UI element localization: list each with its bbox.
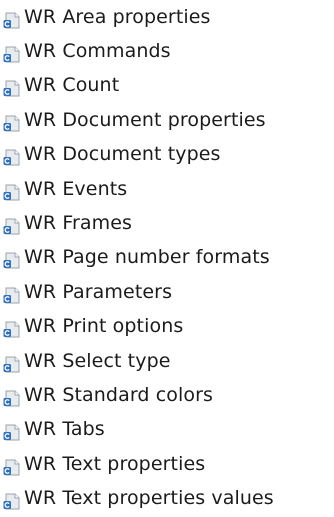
class-document-icon [1, 183, 22, 202]
tree-item-label: WR Print options [24, 315, 184, 338]
class-document-icon [1, 355, 22, 374]
tree-item-wr-events[interactable]: WR Events [0, 172, 334, 206]
tree-item-wr-parameters[interactable]: WR Parameters [0, 275, 334, 309]
tree-item-wr-commands[interactable]: WR Commands [0, 34, 334, 68]
tree-item-label: WR Standard colors [24, 383, 213, 406]
tree-item-wr-document-types[interactable]: WR Document types [0, 138, 334, 172]
class-document-icon [1, 423, 22, 442]
tree-item-label: WR Frames [24, 212, 133, 235]
tree-item-wr-select-type[interactable]: WR Select type [0, 344, 334, 378]
tree-item-wr-frames[interactable]: WR Frames [0, 206, 334, 240]
class-document-icon [1, 286, 22, 305]
tree-item-wr-tabs[interactable]: WR Tabs [0, 413, 334, 447]
class-document-icon [1, 11, 22, 30]
tree-item-label: WR Document types [24, 143, 221, 166]
class-document-icon [1, 492, 22, 511]
tree-item-wr-text-properties-values[interactable]: WR Text properties values [0, 481, 334, 515]
tree-item-wr-text-properties[interactable]: WR Text properties [0, 447, 334, 481]
tree-item-label: WR Area properties [24, 5, 211, 28]
tree-item-wr-count[interactable]: WR Count [0, 69, 334, 103]
class-document-icon [1, 320, 22, 339]
tree-item-label: WR Events [24, 177, 128, 200]
tree-item-label: WR Commands [24, 40, 171, 63]
class-document-icon [1, 148, 22, 167]
tree-item-label: WR Parameters [24, 280, 173, 303]
tree-item-label: WR Text properties [24, 452, 206, 475]
class-document-icon [1, 79, 22, 98]
tree-item-label: WR Count [24, 74, 120, 97]
tree-item-label: WR Tabs [24, 418, 105, 441]
tree-item-wr-print-options[interactable]: WR Print options [0, 310, 334, 344]
tree-item-wr-document-properties[interactable]: WR Document properties [0, 103, 334, 137]
tree-item-wr-standard-colors[interactable]: WR Standard colors [0, 378, 334, 412]
tree-item-label: WR Page number formats [24, 246, 270, 269]
class-document-icon [1, 45, 22, 64]
class-document-icon [1, 217, 22, 236]
class-document-icon [1, 389, 22, 408]
class-document-icon [1, 114, 22, 133]
tree-item-label: WR Select type [24, 349, 171, 372]
tree-item-label: WR Document properties [24, 108, 266, 131]
tree-item-label: WR Text properties values [24, 487, 274, 510]
tree-list: WR Area properties WR Commands WR Count … [0, 0, 334, 516]
class-document-icon [1, 251, 22, 270]
class-document-icon [1, 458, 22, 477]
tree-item-wr-page-number-formats[interactable]: WR Page number formats [0, 241, 334, 275]
tree-item-wr-area-properties[interactable]: WR Area properties [0, 0, 334, 34]
